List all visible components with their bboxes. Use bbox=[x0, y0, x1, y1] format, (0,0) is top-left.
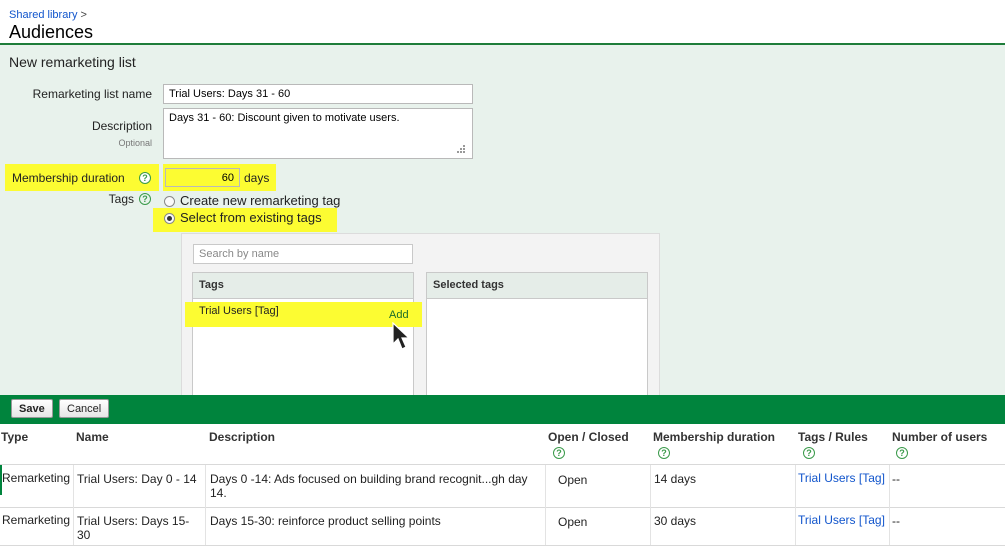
description-textarea[interactable]: Days 31 - 60: Discount given to motivate… bbox=[163, 108, 473, 159]
table-row-duration: 30 days bbox=[654, 514, 697, 528]
create-new-tag-label[interactable]: Create new remarketing tag bbox=[180, 193, 340, 208]
membership-duration-input[interactable] bbox=[165, 168, 240, 187]
table-row-name: Trial Users: Days 15-30 bbox=[77, 514, 190, 542]
action-bar bbox=[0, 395, 1005, 424]
help-icon[interactable]: ? bbox=[896, 447, 908, 459]
column-header-name[interactable]: Name bbox=[76, 430, 109, 444]
column-divider bbox=[545, 465, 546, 545]
page-title: Audiences bbox=[9, 22, 94, 42]
help-icon[interactable]: ? bbox=[803, 447, 815, 459]
table-row-description: Days 15-30: reinforce product selling po… bbox=[210, 514, 441, 528]
table-row-tag-link[interactable]: Trial Users [Tag] bbox=[798, 513, 886, 527]
duration-unit-label: days bbox=[244, 171, 270, 185]
selected-tags-list: Selected tags bbox=[426, 272, 648, 395]
table-row-divider bbox=[0, 545, 1005, 546]
select-existing-tags-radio[interactable] bbox=[164, 213, 175, 224]
selected-tags-header: Selected tags bbox=[427, 273, 647, 299]
breadcrumb: Shared library > bbox=[9, 9, 87, 21]
help-icon[interactable]: ? bbox=[139, 193, 151, 205]
list-name-label: Remarketing list name bbox=[32, 87, 152, 101]
membership-duration-label: Membership duration bbox=[12, 171, 125, 185]
table-row-type: Remarketing bbox=[2, 513, 71, 527]
table-row-type: Remarketing bbox=[2, 471, 71, 485]
column-divider bbox=[650, 465, 651, 545]
help-icon[interactable]: ? bbox=[658, 447, 670, 459]
column-header-type[interactable]: Type bbox=[1, 430, 28, 444]
table-row-status: Open bbox=[558, 515, 588, 529]
column-divider bbox=[205, 465, 206, 545]
form-heading: New remarketing list bbox=[9, 54, 136, 70]
column-header-description[interactable]: Description bbox=[209, 430, 275, 444]
available-tags-list: Tags bbox=[192, 272, 414, 395]
tags-label: Tags bbox=[108, 192, 134, 206]
table-row-description: Days 0 -14: Ads focused on building bran… bbox=[210, 472, 528, 500]
available-tags-header: Tags bbox=[193, 273, 413, 299]
table-row-divider bbox=[0, 464, 1005, 465]
mouse-pointer-icon bbox=[392, 322, 411, 350]
create-new-tag-radio[interactable] bbox=[164, 196, 175, 207]
breadcrumb-separator: > bbox=[80, 9, 87, 21]
column-divider bbox=[795, 465, 796, 545]
table-row-status: Open bbox=[558, 473, 588, 487]
column-header-tags-rules[interactable]: Tags / Rules bbox=[798, 430, 868, 444]
column-divider bbox=[889, 465, 890, 545]
help-icon[interactable]: ? bbox=[139, 172, 151, 184]
help-icon[interactable]: ? bbox=[553, 447, 565, 459]
textarea-resize-handle[interactable] bbox=[456, 144, 466, 154]
description-optional-label: Optional bbox=[118, 138, 152, 148]
column-header-open-closed[interactable]: Open / Closed bbox=[548, 430, 629, 444]
add-tag-link[interactable]: Add bbox=[389, 309, 409, 321]
table-row-divider bbox=[0, 507, 1005, 508]
table-row-users: -- bbox=[892, 472, 900, 486]
table-row-tag-link[interactable]: Trial Users [Tag] bbox=[798, 471, 886, 485]
tag-search-input[interactable] bbox=[193, 244, 413, 264]
description-label: Description bbox=[91, 119, 152, 133]
cancel-button[interactable]: Cancel bbox=[59, 399, 110, 418]
select-existing-tags-label[interactable]: Select from existing tags bbox=[180, 210, 322, 225]
column-divider bbox=[73, 465, 74, 545]
breadcrumb-shared-library-link[interactable]: Shared library bbox=[9, 9, 77, 21]
table-row-users: -- bbox=[892, 514, 900, 528]
table-row-duration: 14 days bbox=[654, 472, 697, 486]
table-row-name: Trial Users: Day 0 - 14 bbox=[77, 472, 197, 486]
list-name-input[interactable] bbox=[163, 84, 473, 104]
column-header-number-of-users[interactable]: Number of users bbox=[892, 430, 987, 444]
column-header-membership-duration[interactable]: Membership duration bbox=[653, 430, 775, 444]
save-button[interactable]: Save bbox=[11, 399, 53, 418]
tag-item-label: Trial Users [Tag] bbox=[199, 305, 279, 317]
